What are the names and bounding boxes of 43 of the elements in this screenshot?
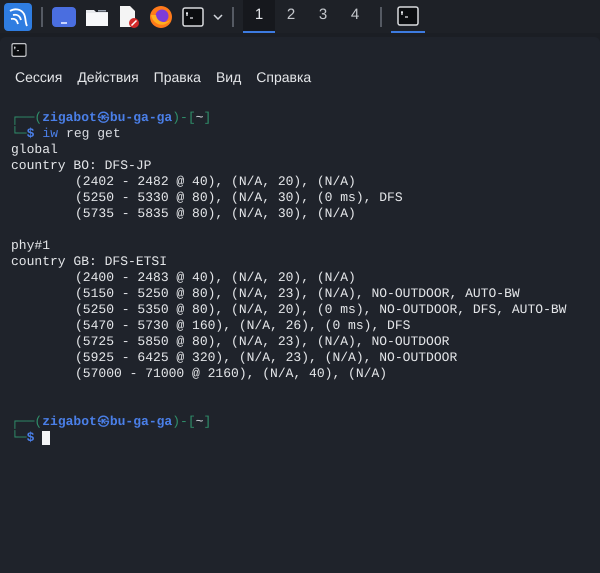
workspace-tab[interactable]: 4 (339, 0, 371, 33)
output-line: global (11, 141, 58, 160)
output-line: country GB: DFS-ETSI (11, 253, 168, 272)
output-line: (5250 - 5350 @ 80), (N/A, 20), (0 ms), NO-OUTDOOR, DFS, AUTO-BW (75, 301, 566, 320)
output-line: (5735 - 5835 @ 80), (N/A, 30), (N/A) (75, 205, 356, 224)
workspace-tab[interactable]: 3 (307, 0, 339, 33)
output-line: (2402 - 2482 @ 40), (N/A, 20), (N/A) (75, 173, 356, 192)
chevron-down-icon[interactable] (213, 14, 223, 20)
output-line: country BO: DFS-JP (11, 157, 152, 176)
workspace-tab[interactable]: 2 (275, 0, 307, 33)
output-line: (5725 - 5850 @ 80), (N/A, 23), (N/A), NO-OUTDOOR (75, 333, 450, 352)
output-line: (5250 - 5330 @ 80), (N/A, 30), (0 ms), DFS (75, 189, 403, 208)
terminal-icon (182, 6, 204, 26)
output-line: (5925 - 6425 @ 320), (N/A, 23), (N/A), NO-OUTDOOR (75, 349, 458, 368)
output-line: (2400 - 2483 @ 40), (N/A, 20), (N/A) (75, 269, 356, 288)
terminal-icon (397, 6, 419, 26)
browser-globe-icon[interactable] (149, 4, 173, 28)
document-edit-icon[interactable] (118, 4, 140, 28)
prompt-directory: ~ (196, 413, 204, 432)
menu-item[interactable]: Действия (77, 66, 139, 88)
menu-item[interactable]: Справка (256, 66, 312, 88)
prompt-frame: )-[ (172, 412, 196, 432)
command-arguments: reg get (66, 125, 121, 144)
output-line: (5470 - 5730 @ 160), (N/A, 26), (0 ms), DFS (75, 317, 410, 336)
output-line: (5150 - 5250 @ 80), (N/A, 23), (N/A), NO-OUTDOOR, AUTO-BW (75, 285, 520, 304)
terminal-icon (11, 43, 27, 57)
prompt-frame: )-[ (172, 108, 196, 128)
workspace-tab[interactable]: 1 (243, 0, 275, 33)
show-desktop-button[interactable] (52, 6, 76, 26)
prompt-user-host: zigabot㉿bu-ga-ga (42, 109, 172, 128)
command-name: iw (42, 125, 58, 144)
kali-menu-button[interactable] (4, 2, 32, 30)
prompt-frame: ] (203, 108, 212, 128)
prompt-directory: ~ (196, 109, 204, 128)
prompt-sign: $ (26, 125, 34, 144)
menu-item[interactable]: Сессия (15, 66, 62, 88)
prompt-sign: $ (26, 429, 34, 448)
prompt-user-host: zigabot㉿bu-ga-ga (42, 413, 172, 432)
output-line: phy#1 (11, 237, 50, 256)
prompt-frame: ] (203, 412, 212, 432)
output-line: (57000 - 71000 @ 2160), (N/A, 40), (N/A) (75, 365, 388, 384)
menu-item[interactable]: Вид (216, 66, 242, 88)
menu-item[interactable]: Правка (154, 66, 201, 88)
